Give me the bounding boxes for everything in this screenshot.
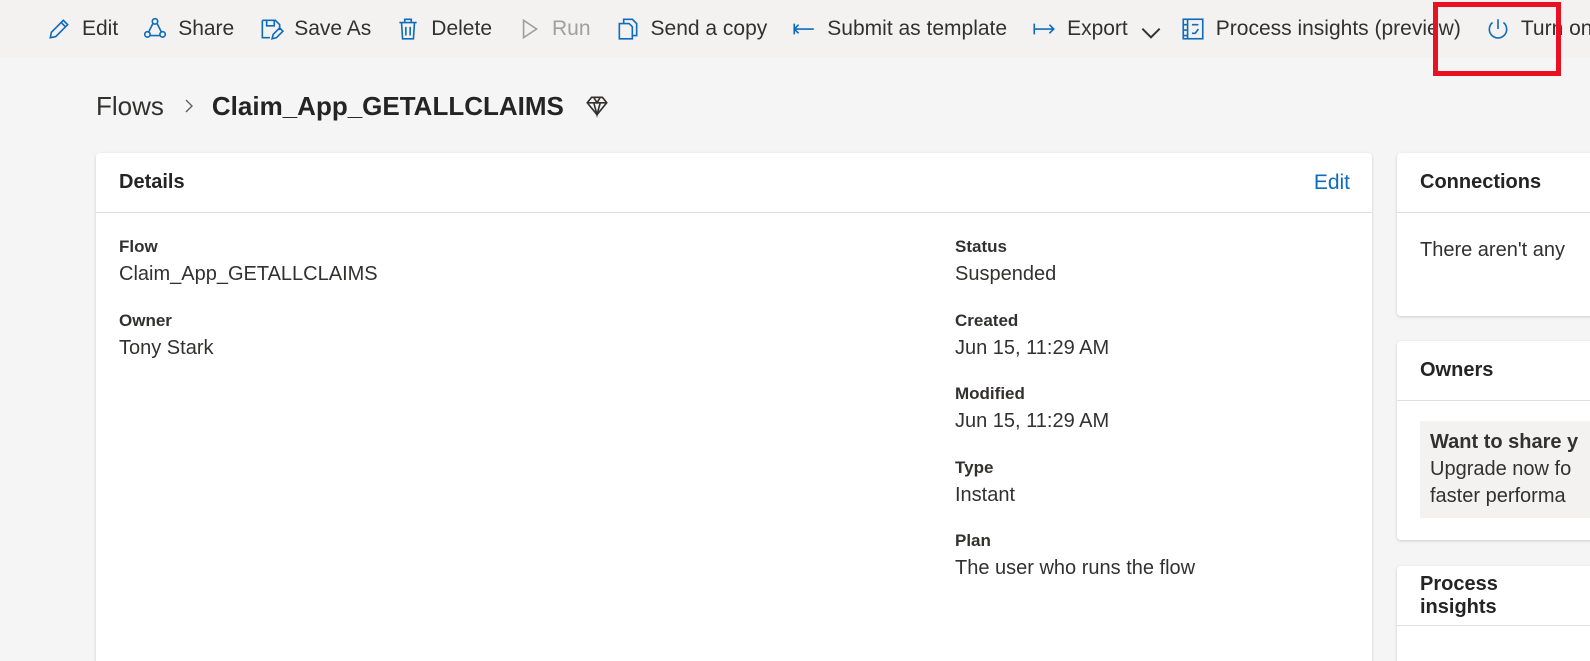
plan-field: Plan The user who runs the flow [955,530,1195,582]
modified-field: Modified Jun 15, 11:29 AM [955,383,1109,435]
owner-field: Owner Tony Stark [119,310,213,362]
arrow-left-icon [791,16,817,42]
chevron-right-icon [180,97,198,115]
delete-button-label: Delete [431,17,492,40]
created-value: Jun 15, 11:29 AM [955,337,1110,359]
submit-as-template-button-label: Submit as template [827,17,1008,40]
status-value: Suspended [955,263,1057,285]
turn-on-button-label: Turn on [1520,17,1590,40]
arrow-right-icon [1031,16,1057,42]
flow-label: Flow [119,237,158,256]
save-as-icon [258,16,285,42]
status-label: Status [955,237,1007,256]
send-a-copy-button-label: Send a copy [650,17,768,40]
owner-label: Owner [119,311,172,330]
copy-icon [615,16,641,42]
process-insights-button-label: Process insights (preview) [1215,17,1461,40]
details-card: Details Edit Flow Claim_App_GETALLCLAIMS… [96,153,1372,661]
export-button[interactable]: Export [1031,0,1161,58]
trash-icon [395,16,421,42]
power-icon [1485,16,1511,42]
share-button-label: Share [178,17,235,40]
premium-diamond-icon [584,93,610,119]
details-edit-link[interactable]: Edit [1314,171,1350,195]
breadcrumb-flows-link[interactable]: Flows [96,91,164,122]
details-card-header: Details Edit [96,153,1372,213]
created-label: Created [955,311,1019,330]
delete-button[interactable]: Delete [395,0,492,58]
flow-field: Flow Claim_App_GETALLCLAIMS [119,236,378,288]
connections-card-header: Connections [1397,153,1590,213]
upsell-line-1: Upgrade now fo [1430,458,1572,480]
owners-card: Owners Want to share y Upgrade now fo fa… [1397,341,1590,540]
send-a-copy-button[interactable]: Send a copy [615,0,768,58]
process-insights-card-header: Process insights [1397,566,1590,626]
status-field: Status Suspended [955,236,1056,288]
connections-card: Connections There aren't any [1397,153,1590,316]
connections-title: Connections [1420,171,1542,193]
breadcrumb: Flows Claim_App_GETALLCLAIMS [96,88,610,124]
flow-value: Claim_App_GETALLCLAIMS [119,263,378,285]
save-as-button-label: Save As [294,17,372,40]
details-title: Details [119,171,185,193]
share-button[interactable]: Share [142,0,234,58]
type-field: Type Instant [955,457,1015,509]
page-title: Claim_App_GETALLCLAIMS [211,90,564,121]
submit-as-template-button[interactable]: Submit as template [791,0,1007,58]
command-bar: Edit Share Save As Delete Run Send a cop… [0,0,1590,58]
play-icon [516,16,542,42]
plan-label: Plan [955,531,991,550]
upsell-line-2: faster performa [1430,485,1566,507]
run-button-label: Run [552,17,591,40]
owners-upsell-banner: Want to share y Upgrade now fo faster pe… [1420,421,1590,518]
owners-title: Owners [1420,359,1494,381]
modified-value: Jun 15, 11:29 AM [955,410,1110,432]
owners-card-header: Owners [1397,341,1590,401]
process-insights-icon [1180,16,1206,42]
edit-button[interactable]: Edit [46,0,118,58]
type-value: Instant [955,484,1016,506]
process-insights-title: Process insights [1420,572,1498,618]
modified-label: Modified [955,384,1025,403]
created-field: Created Jun 15, 11:29 AM [955,310,1109,362]
process-insights-card: Process insights [1397,566,1590,661]
pencil-icon [46,16,72,42]
chevron-down-icon [1138,20,1161,39]
turn-on-button[interactable]: Turn on [1485,0,1590,58]
plan-value: The user who runs the flow [955,557,1196,579]
upsell-title: Want to share y [1430,431,1579,453]
owner-value: Tony Stark [119,337,214,359]
type-label: Type [955,458,994,477]
edit-button-label: Edit [82,17,119,40]
run-button[interactable]: Run [516,0,591,58]
save-as-button[interactable]: Save As [258,0,371,58]
connections-empty-text: There aren't any [1420,239,1566,261]
process-insights-button[interactable]: Process insights (preview) [1180,0,1461,58]
export-button-label: Export [1067,17,1128,40]
share-icon [142,16,168,42]
